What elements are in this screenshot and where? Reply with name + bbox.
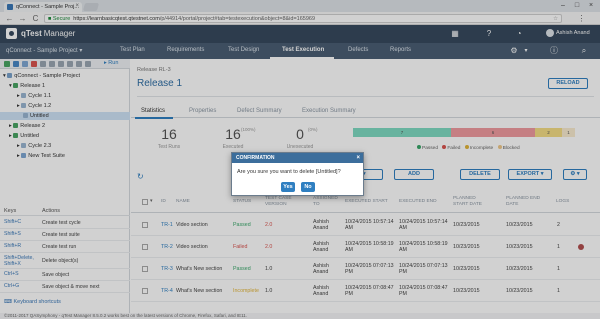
dialog-message: Are you sure you want to delete [Untitle… xyxy=(237,169,341,175)
confirmation-dialog: CONFIRMATION × Are you sure you want to … xyxy=(231,152,364,196)
yes-button[interactable]: Yes xyxy=(281,182,295,192)
no-button[interactable]: No xyxy=(301,182,315,192)
dialog-title: CONFIRMATION × xyxy=(232,153,363,163)
close-icon[interactable]: × xyxy=(356,153,360,163)
